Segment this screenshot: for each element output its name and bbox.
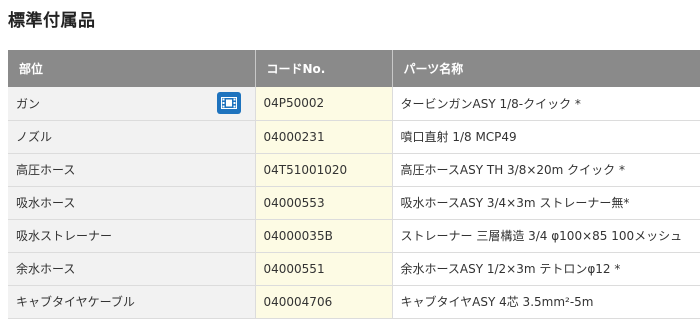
standard-accessories-table: 部位 コードNo. パーツ名称 ガン 04P50002 タービンガンASY 1/… [8,50,700,319]
name-cell: ストレーナー 三層構造 3/4 φ100×85 100メッシュ [392,219,700,253]
code-cell: 04000551 [255,252,393,286]
table-row: ノズル 04000231 噴口直射 1/8 MCP49 [8,120,700,154]
table-header-row: 部位 コードNo. パーツ名称 [8,50,700,87]
name-cell: 噴口直射 1/8 MCP49 [392,120,700,154]
page-title: 標準付属品 [8,11,96,31]
table-row: 高圧ホース 04T51001020 高圧ホースASY TH 3/8×20m クイ… [8,153,700,187]
code-cell: 04000231 [255,120,393,154]
part-cell: 吸水ホース [8,186,256,220]
table-row: 吸水ストレーナー 04000035B ストレーナー 三層構造 3/4 φ100×… [8,219,700,253]
name-cell: キャブタイヤASY 4芯 3.5mm²-5m [392,285,700,319]
table-row: ガン 04P50002 タービンガンASY 1/8-クイック * [8,87,700,121]
part-cell: 余水ホース [8,252,256,286]
column-header-part: 部位 [8,50,256,87]
code-cell: 04T51001020 [255,153,393,187]
column-header-code: コードNo. [255,50,393,87]
name-cell: 余水ホースASY 1/2×3m テトロンφ12 * [392,252,700,286]
table-row: 吸水ホース 04000553 吸水ホースASY 3/4×3m ストレーナー無* [8,186,700,220]
part-label: ガン [16,96,41,111]
part-cell: 高圧ホース [8,153,256,187]
table-row: 余水ホース 04000551 余水ホースASY 1/2×3m テトロンφ12 * [8,252,700,286]
name-cell: 高圧ホースASY TH 3/8×20m クイック * [392,153,700,187]
name-cell: 吸水ホースASY 3/4×3m ストレーナー無* [392,186,700,220]
part-cell: キャブタイヤケーブル [8,285,256,319]
video-icon[interactable] [216,92,241,115]
name-cell: タービンガンASY 1/8-クイック * [392,87,700,121]
part-cell: 吸水ストレーナー [8,219,256,253]
code-cell: 04000553 [255,186,393,220]
code-cell: 04P50002 [255,87,393,121]
column-header-name: パーツ名称 [392,50,700,87]
code-cell: 040004706 [255,285,393,319]
table-row: キャブタイヤケーブル 040004706 キャブタイヤASY 4芯 3.5mm²… [8,285,700,319]
code-cell: 04000035B [255,219,393,253]
part-cell: ノズル [8,120,256,154]
part-cell: ガン [8,87,256,121]
